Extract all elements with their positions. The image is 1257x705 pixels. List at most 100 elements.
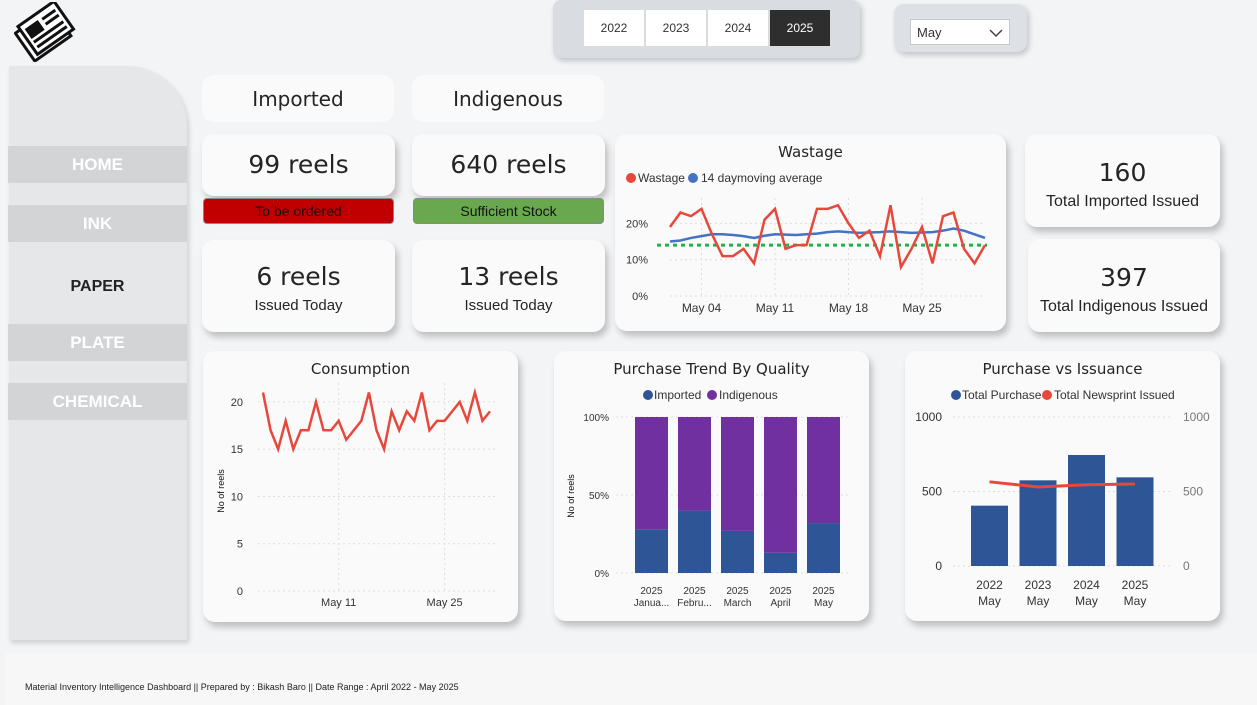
consumption-y-tick: 10 [231,491,243,503]
consumption-y-tick: 0 [237,586,243,598]
wastage-legend-label: Wastage [638,171,685,185]
wastage-x-tick: May 18 [829,301,869,315]
indigenous-legend-label: Indigenous [719,388,778,402]
trend-y-axis-label: No of reels [566,474,576,518]
purchase-trend-card: Purchase Trend By Quality Imported Indig… [554,351,869,621]
pvi-x-tick-year: 2024 [1073,578,1100,592]
pvi-x-tick-month: May [1075,594,1098,608]
wastage-x-tick: May 04 [682,301,722,315]
year-2022-button[interactable]: 2022 [584,10,644,46]
month-slicer: May [894,4,1027,52]
wastage-chart-card: Wastage Wastage 14 daymoving average 0% 1… [615,134,1006,331]
trend-x-tick-year: 2025 [769,586,792,597]
year-2024-button[interactable]: 2024 [708,10,768,46]
footer-text: Material Inventory Intelligence Dashboar… [25,682,459,692]
trend-y-tick: 100% [583,413,609,424]
indigenous-header-text: Indigenous [453,86,563,111]
trend-x-tick-month: Febru... [677,598,711,609]
imported-bar [721,530,754,573]
pvi-y-tick-right: 1000 [1183,410,1210,424]
wastage-x-tick: May 25 [902,301,942,315]
imported-bar [764,552,797,573]
nav-home-button[interactable]: HOME [8,146,187,183]
imported-header: Imported [202,75,394,122]
chevron-down-icon [989,29,1003,38]
footer: Material Inventory Intelligence Dashboar… [6,653,1257,705]
year-slicer: 2022 2023 2024 2025 [553,0,860,58]
trend-y-tick: 0% [595,569,610,580]
total-purchase-bar [1116,477,1154,566]
indigenous-bar [678,417,711,511]
indigenous-issued-today-value: 13 reels [458,262,559,291]
imported-issued-today-value: 6 reels [256,262,341,291]
imported-bar [807,523,840,573]
imported-stock-value: 99 reels [248,150,349,179]
newspaper-logo-icon [13,0,76,64]
imported-bar [678,510,711,573]
pvi-x-tick-month: May [978,594,1001,608]
consumption-chart: No of reels 0 5 10 15 20 May 11 May 25 [216,383,495,609]
consumption-x-tick: May 25 [427,597,463,609]
total-purchase-legend-marker [951,390,961,400]
nav-plate-button[interactable]: PLATE [8,324,187,361]
pvi-y-tick-right: 500 [1183,485,1203,499]
trend-y-tick: 50% [589,491,609,502]
newsprint-issued-line [989,480,1136,489]
indigenous-header: Indigenous [412,75,604,122]
pvi-y-tick-right: 0 [1183,559,1190,573]
year-2023-button[interactable]: 2023 [646,10,706,46]
indigenous-issued-today-card: 13 reels Issued Today [412,240,605,332]
indigenous-stock-value: 640 reels [450,150,567,179]
indigenous-stock-card: 640 reels [412,134,605,196]
consumption-y-tick: 5 [237,539,243,551]
year-2025-button[interactable]: 2025 [770,10,830,46]
nav-paper-button[interactable]: PAPER [8,268,187,305]
indigenous-bar [807,417,840,524]
indigenous-issued-today-label: Issued Today [464,297,553,314]
imported-bar [635,529,668,573]
pvi-x-tick-year: 2022 [976,578,1003,592]
trend-x-tick-year: 2025 [726,586,749,597]
total-indigenous-label: Total Indigenous Issued [1039,298,1209,315]
trend-x-tick-month: May [814,598,833,609]
pvi-x-tick-year: 2025 [1122,578,1149,592]
indigenous-bar [764,417,797,553]
wastage-legend-marker [626,173,636,183]
nav-ink-button[interactable]: INK [8,205,187,242]
total-indigenous-value: 397 [1100,263,1148,292]
nav-chemical-button[interactable]: CHEMICAL [8,383,187,420]
trend-x-tick-year: 2025 [683,586,706,597]
total-imported-value: 160 [1098,158,1147,187]
pvi-y-tick-left: 0 [935,559,942,573]
month-dropdown[interactable]: May [910,19,1010,45]
total-imported-card: 160 Total Imported Issued [1025,134,1220,227]
wastage-chart: Wastage 14 daymoving average 0% 10% 20% May… [626,171,987,315]
pvi-x-tick-month: May [1124,594,1147,608]
indigenous-legend-marker [707,390,717,400]
pvi-y-tick-left: 1000 [915,410,942,424]
total-purchase-bar [1019,480,1057,566]
indigenous-bar [721,417,754,531]
trend-x-tick-year: 2025 [812,586,835,597]
total-purchase-bar [971,505,1008,566]
consumption-y-tick: 15 [231,444,243,456]
total-purchase-legend-label: Total Purchase [962,388,1042,402]
newsprint-issued-legend-marker [1042,390,1052,400]
imported-issued-today-card: 6 reels Issued Today [202,240,395,332]
consumption-x-tick: May 11 [321,597,356,609]
imported-issued-today-label: Issued Today [254,297,343,314]
wastage-y-tick: 20% [626,218,648,230]
total-indigenous-card: 397 Total Indigenous Issued [1028,239,1220,332]
total-imported-label: Total Imported Issued [1046,193,1199,210]
wastage-line [668,203,987,271]
newsprint-issued-legend-label: Total Newsprint Issued [1054,388,1175,402]
trend-x-tick-month: March [724,598,752,609]
imported-legend-marker [643,390,653,400]
indigenous-status-badge: Sufficient Stock [413,198,604,224]
trend-x-tick-month: Janua... [634,598,670,609]
wastage-y-tick: 10% [626,255,648,267]
imported-stock-card: 99 reels [202,134,395,196]
trend-x-tick-month: April [770,598,790,609]
purchase-vs-issuance-card: Purchase vs Issuance Total Purchase Tota… [905,351,1220,621]
consumption-chart-card: Consumption No of reels 0 5 10 15 20 May 11 Ma… [203,351,518,622]
